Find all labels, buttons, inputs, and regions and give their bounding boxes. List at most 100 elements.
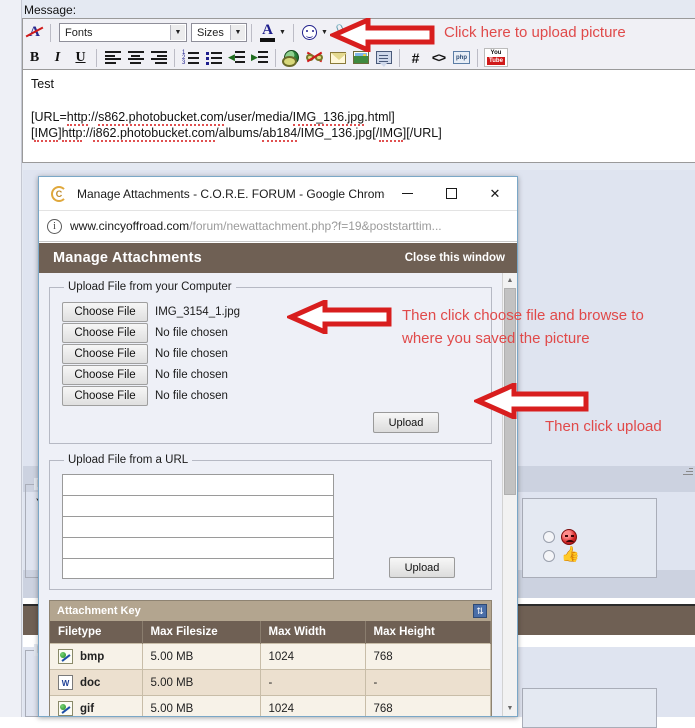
- file-row: Choose File No file chosen: [62, 364, 481, 385]
- annotation-text-middle-2: where you saved the picture: [402, 330, 590, 347]
- table-row: gif 5.00 MB 1024 768: [50, 695, 491, 716]
- toolbar-separator: [275, 48, 276, 67]
- column-header-filetype: Filetype: [50, 621, 143, 644]
- file-name-5: No file chosen: [155, 389, 228, 402]
- url-input-2[interactable]: [62, 495, 334, 516]
- chrome-popup-window: C Manage Attachments - C.O.R.E. FORUM - …: [38, 176, 518, 717]
- scroll-up-arrow[interactable]: ▲: [503, 273, 517, 288]
- url-domain: www.cincyoffroad.com: [70, 219, 190, 233]
- cell-width: -: [260, 669, 366, 696]
- collapse-icon[interactable]: ⇅: [473, 604, 487, 618]
- annotation-text-middle-1: Then click choose file and browse to: [402, 307, 644, 324]
- table-row: bmp 5.00 MB 1024 768: [50, 643, 491, 670]
- insert-php-icon[interactable]: php: [451, 47, 472, 68]
- remove-formatting-icon[interactable]: A: [24, 22, 45, 43]
- smiley-icon[interactable]: [299, 22, 320, 43]
- angry-face-emoticon: [561, 529, 577, 545]
- outdent-icon[interactable]: ◀: [226, 47, 247, 68]
- url-input-3[interactable]: [62, 516, 334, 537]
- cell-width: 1024: [260, 643, 366, 670]
- chevron-down-icon[interactable]: ▼: [279, 29, 286, 36]
- rating-radio-1[interactable]: [543, 531, 555, 543]
- bullet-list-icon[interactable]: [203, 47, 224, 68]
- file-name-4: No file chosen: [155, 368, 228, 381]
- message-line-1: Test: [31, 77, 54, 91]
- choose-file-button-4[interactable]: Choose File: [62, 364, 148, 385]
- window-title: Manage Attachments - C.O.R.E. FORUM - Go…: [77, 186, 385, 201]
- insert-youtube-icon[interactable]: You Tube: [483, 47, 509, 68]
- align-left-icon[interactable]: [102, 47, 123, 68]
- message-line-3: [IMG]http://i862.photobucket.com/albums/…: [31, 126, 442, 142]
- url-input-4[interactable]: [62, 537, 334, 558]
- paint-file-icon: [58, 701, 73, 716]
- url-input-list: [62, 474, 334, 579]
- cell-width: 1024: [260, 695, 366, 716]
- address-bar-url: www.cincyoffroad.com/forum/newattachment…: [70, 219, 442, 233]
- sizes-select[interactable]: Sizes ▼: [191, 23, 247, 42]
- site-info-icon[interactable]: i: [47, 218, 62, 234]
- cell-filesize: 5.00 MB: [142, 669, 261, 696]
- remove-link-icon[interactable]: [304, 47, 325, 68]
- cell-filetype: doc: [80, 676, 101, 689]
- resize-handle[interactable]: [683, 466, 693, 476]
- cell-filesize: 5.00 MB: [142, 643, 261, 670]
- chevron-down-icon: ▼: [170, 25, 185, 40]
- file-name-1: IMG_3154_1.jpg: [155, 305, 241, 318]
- rating-radio-2[interactable]: [543, 550, 555, 562]
- chrome-address-bar[interactable]: i www.cincyoffroad.com/forum/newattachme…: [39, 211, 517, 242]
- upload-files-button[interactable]: Upload: [373, 412, 439, 433]
- indent-icon[interactable]: ▶: [249, 47, 270, 68]
- numbered-list-icon[interactable]: 1 2 3: [180, 47, 201, 68]
- choose-file-button-1[interactable]: Choose File: [62, 301, 148, 322]
- chevron-down-icon[interactable]: ▼: [321, 29, 328, 36]
- font-color-icon[interactable]: A: [257, 22, 278, 43]
- upload-from-url-section: Upload File from a URL Upload: [49, 454, 492, 590]
- url-input-5[interactable]: [62, 558, 334, 579]
- thumbs-up-emoticon: 👍: [561, 546, 580, 563]
- toolbar-separator: [174, 48, 175, 67]
- column-header-filesize: Max Filesize: [142, 621, 261, 644]
- bg-fieldset-rating: 👍: [522, 498, 657, 578]
- file-name-3: No file chosen: [155, 347, 228, 360]
- annotation-arrow-middle: [287, 300, 392, 334]
- close-button[interactable]: ✕: [473, 177, 517, 210]
- insert-link-icon[interactable]: [281, 47, 302, 68]
- toolbar-separator: [96, 48, 97, 67]
- sizes-select-value: Sizes: [197, 26, 224, 39]
- choose-file-button-2[interactable]: Choose File: [62, 322, 148, 343]
- annotation-text-bottom: Then click upload: [545, 418, 662, 435]
- toolbar-separator: [251, 23, 252, 42]
- upload-from-url-legend: Upload File from a URL: [68, 454, 189, 466]
- annotation-arrow-top: [330, 18, 435, 52]
- underline-button[interactable]: U: [70, 47, 91, 68]
- bold-button[interactable]: B: [24, 47, 45, 68]
- cell-height: -: [365, 669, 491, 696]
- page-header: Manage Attachments Close this window: [39, 243, 517, 273]
- cell-filetype: gif: [80, 702, 95, 715]
- close-window-link[interactable]: Close this window: [405, 252, 505, 264]
- upload-from-computer-legend: Upload File from your Computer: [68, 281, 232, 293]
- choose-file-button-3[interactable]: Choose File: [62, 343, 148, 364]
- bg-fieldset-rating-2: [522, 688, 657, 728]
- minimize-button[interactable]: [385, 177, 429, 210]
- choose-file-button-5[interactable]: Choose File: [62, 385, 148, 406]
- toolbar-separator: [477, 48, 478, 67]
- url-input-1[interactable]: [62, 474, 334, 495]
- message-textarea[interactable]: Test [URL=http://s862.photobucket.com/us…: [23, 70, 695, 162]
- scroll-down-arrow[interactable]: ▼: [503, 701, 517, 716]
- italic-button[interactable]: I: [47, 47, 68, 68]
- upload-url-button[interactable]: Upload: [389, 557, 455, 578]
- table-row: Wdoc 5.00 MB - -: [50, 669, 491, 696]
- fonts-select[interactable]: Fonts ▼: [59, 23, 187, 42]
- cell-height: 768: [365, 695, 491, 716]
- file-name-2: No file chosen: [155, 326, 228, 339]
- chrome-titlebar[interactable]: C Manage Attachments - C.O.R.E. FORUM - …: [39, 177, 517, 211]
- maximize-button[interactable]: [429, 177, 473, 210]
- paint-file-icon: [58, 649, 73, 664]
- toolbar-separator: [50, 23, 51, 42]
- column-header-width: Max Width: [260, 621, 366, 644]
- align-right-icon[interactable]: [148, 47, 169, 68]
- message-line-2: [URL=http://s862.photobucket.com/user/me…: [31, 110, 395, 126]
- align-center-icon[interactable]: [125, 47, 146, 68]
- toolbar-separator: [292, 23, 294, 42]
